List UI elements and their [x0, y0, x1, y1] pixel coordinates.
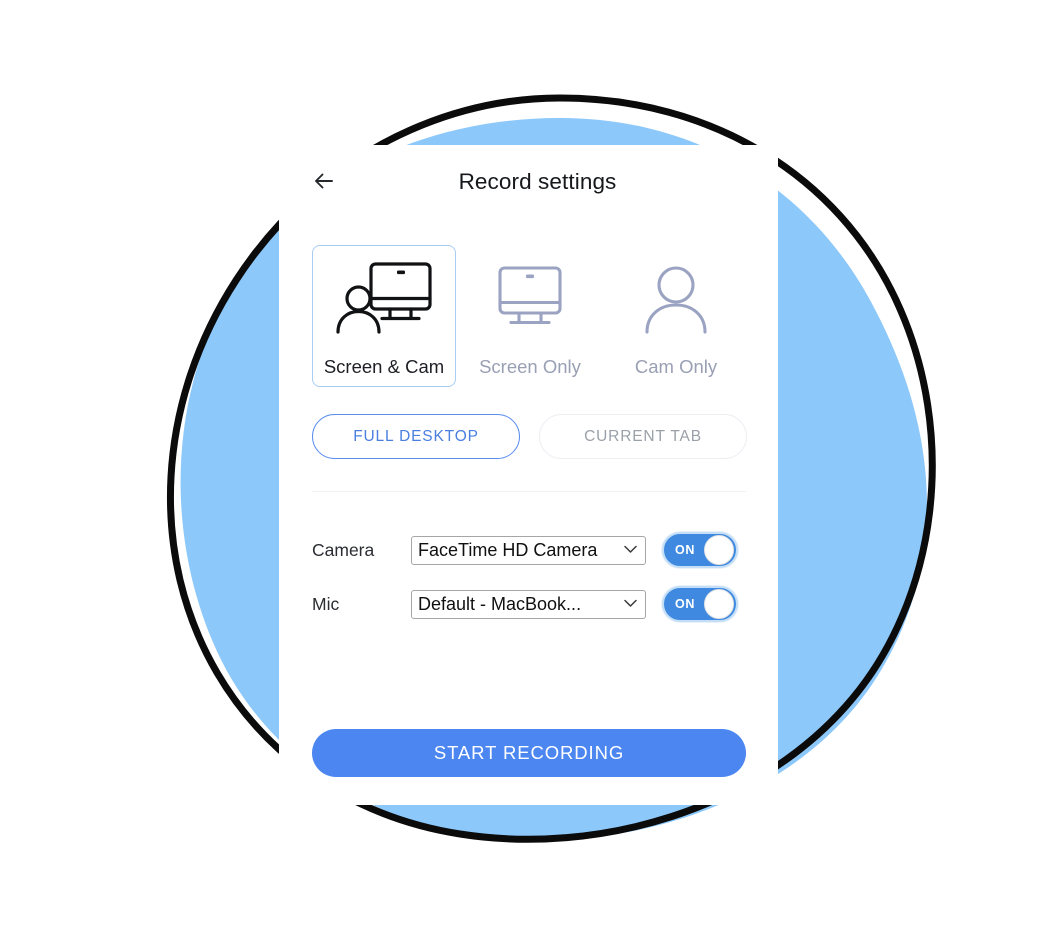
record-settings-card: Record settings Screen & Cam Screen Only… — [279, 145, 778, 805]
camera-toggle-knob — [704, 535, 734, 565]
camera-select[interactable]: FaceTime HD Camera — [411, 535, 646, 565]
camera-label: Camera — [312, 539, 375, 560]
camera-toggle-label: ON — [675, 543, 695, 557]
device-settings: Camera FaceTime HD Camera ON Mic Default… — [312, 523, 752, 631]
mic-row: Mic Default - MacBook... ON — [312, 577, 752, 631]
mic-toggle-knob — [704, 589, 734, 619]
mode-icon-wrap — [605, 246, 747, 356]
camera-row: Camera FaceTime HD Camera ON — [312, 523, 752, 577]
mode-card-screen-and-cam[interactable]: Screen & Cam — [312, 245, 456, 387]
page-title: Record settings — [458, 169, 617, 194]
mic-label: Mic — [312, 593, 340, 614]
mode-selector: Screen & Cam Screen Only Cam Only — [312, 245, 752, 387]
camera-toggle[interactable]: ON — [662, 532, 738, 568]
start-recording-button[interactable]: START RECORDING — [312, 729, 746, 777]
mic-toggle-label: ON — [675, 597, 695, 611]
mode-card-screen-only[interactable]: Screen Only — [458, 245, 602, 387]
section-divider — [312, 491, 746, 492]
source-pill-full-desktop[interactable]: FULL DESKTOP — [312, 414, 520, 459]
mic-toggle[interactable]: ON — [662, 586, 738, 622]
mode-icon-wrap — [459, 246, 601, 356]
camera-select-wrap: FaceTime HD Camera — [411, 535, 646, 565]
mode-icon-wrap — [313, 246, 455, 356]
mode-label: Screen Only — [479, 356, 581, 377]
mic-select[interactable]: Default - MacBook... — [411, 589, 646, 619]
mode-label: Screen & Cam — [323, 356, 445, 377]
source-pill-current-tab[interactable]: CURRENT TAB — [539, 414, 747, 459]
mic-select-wrap: Default - MacBook... — [411, 589, 646, 619]
source-selector: FULL DESKTOP CURRENT TAB — [312, 414, 747, 459]
person-icon — [645, 266, 707, 334]
card-header: Record settings — [279, 145, 778, 223]
person-with-monitor-icon — [336, 262, 432, 334]
mode-label: Cam Only — [634, 356, 718, 377]
monitor-icon — [498, 266, 562, 325]
mode-card-cam-only[interactable]: Cam Only — [604, 245, 748, 387]
screenshot-root: Record settings Screen & Cam Screen Only… — [0, 0, 1060, 950]
